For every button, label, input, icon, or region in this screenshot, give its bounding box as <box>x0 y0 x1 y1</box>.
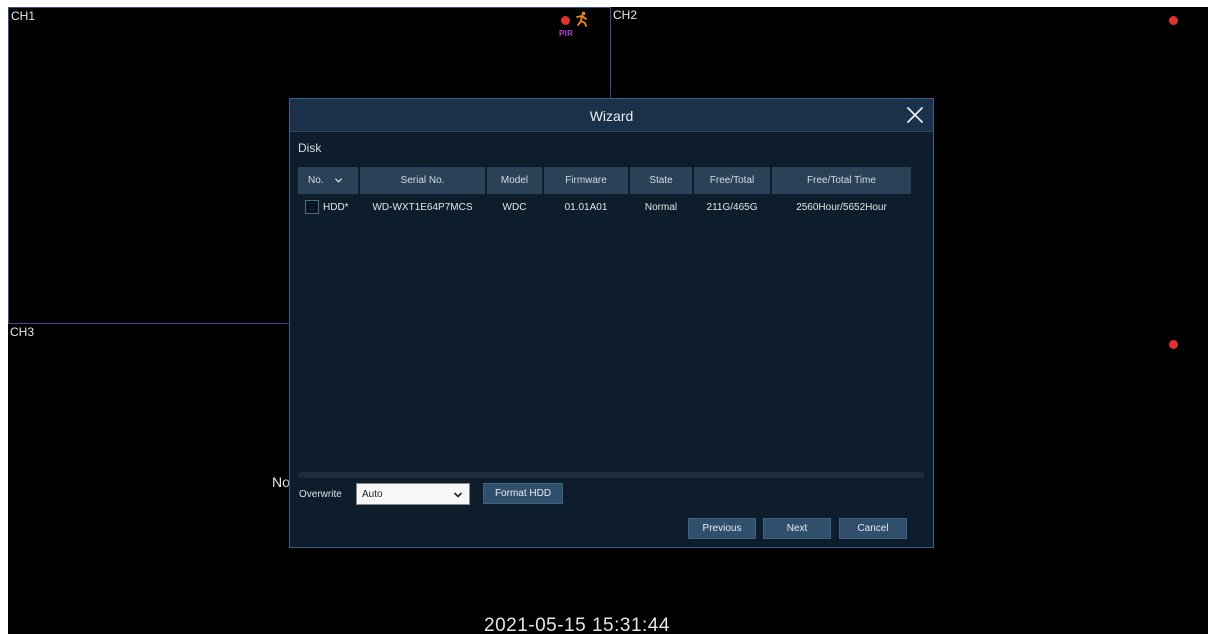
cell-serial: WD-WXT1E64P7MCS <box>372 201 473 213</box>
table-header: No. Serial No. Model Firmware State Free… <box>298 167 925 194</box>
wizard-dialog: Wizard Disk No. Serial No. Model Firmwar… <box>289 98 934 548</box>
overwrite-select[interactable]: Auto <box>356 483 470 505</box>
system-timestamp: 2021-05-15 15:31:44 <box>484 615 670 634</box>
chevron-down-icon <box>334 178 342 183</box>
dialog-title: Wizard <box>589 108 634 124</box>
column-header-no[interactable]: No. <box>298 167 358 194</box>
cell-no: HDD* <box>298 197 358 217</box>
chevron-down-icon <box>453 492 463 498</box>
column-header-free-total: Free/Total <box>694 167 770 194</box>
channel-label: CH1 <box>11 9 36 23</box>
overwrite-select-value: Auto <box>362 488 383 500</box>
column-header-label: No. <box>308 175 324 186</box>
close-icon[interactable] <box>903 103 927 127</box>
column-header-model: Model <box>487 167 542 194</box>
motion-person-icon <box>576 11 587 27</box>
format-hdd-button[interactable]: Format HDD <box>483 483 563 504</box>
horizontal-scrollbar[interactable] <box>298 472 925 478</box>
table-row[interactable]: HDD* WD-WXT1E64P7MCS WDC 01.01A01 Normal… <box>298 197 925 217</box>
column-header-serial: Serial No. <box>360 167 485 194</box>
recording-indicator-icon <box>1169 340 1178 349</box>
column-header-firmware: Firmware <box>544 167 628 194</box>
channel-label: CH3 <box>10 325 35 339</box>
overwrite-label: Overwrite <box>299 489 342 500</box>
column-header-state: State <box>630 167 692 194</box>
cell-free-total-time: 2560Hour/5652Hour <box>796 201 887 213</box>
cell-free-total: 211G/465G <box>706 201 758 213</box>
cell-state: Normal <box>644 201 678 213</box>
recording-indicator-icon <box>1169 16 1178 25</box>
section-title: Disk <box>298 141 322 155</box>
next-button[interactable]: Next <box>763 518 831 539</box>
disk-select-checkbox[interactable] <box>305 200 319 214</box>
previous-button[interactable]: Previous <box>688 518 756 539</box>
cancel-button[interactable]: Cancel <box>839 518 907 539</box>
dialog-header: Wizard <box>290 99 933 132</box>
disk-number: HDD* <box>323 201 349 213</box>
pir-alert-label: PIR <box>559 29 574 38</box>
no-video-text: No <box>272 474 290 490</box>
cell-model: WDC <box>502 201 527 213</box>
column-header-free-total-time: Free/Total Time <box>772 167 911 194</box>
disk-table: No. Serial No. Model Firmware State Free… <box>298 167 925 467</box>
cell-firmware: 01.01A01 <box>564 201 608 213</box>
channel-label: CH2 <box>613 8 638 22</box>
recording-indicator-icon <box>561 16 570 25</box>
